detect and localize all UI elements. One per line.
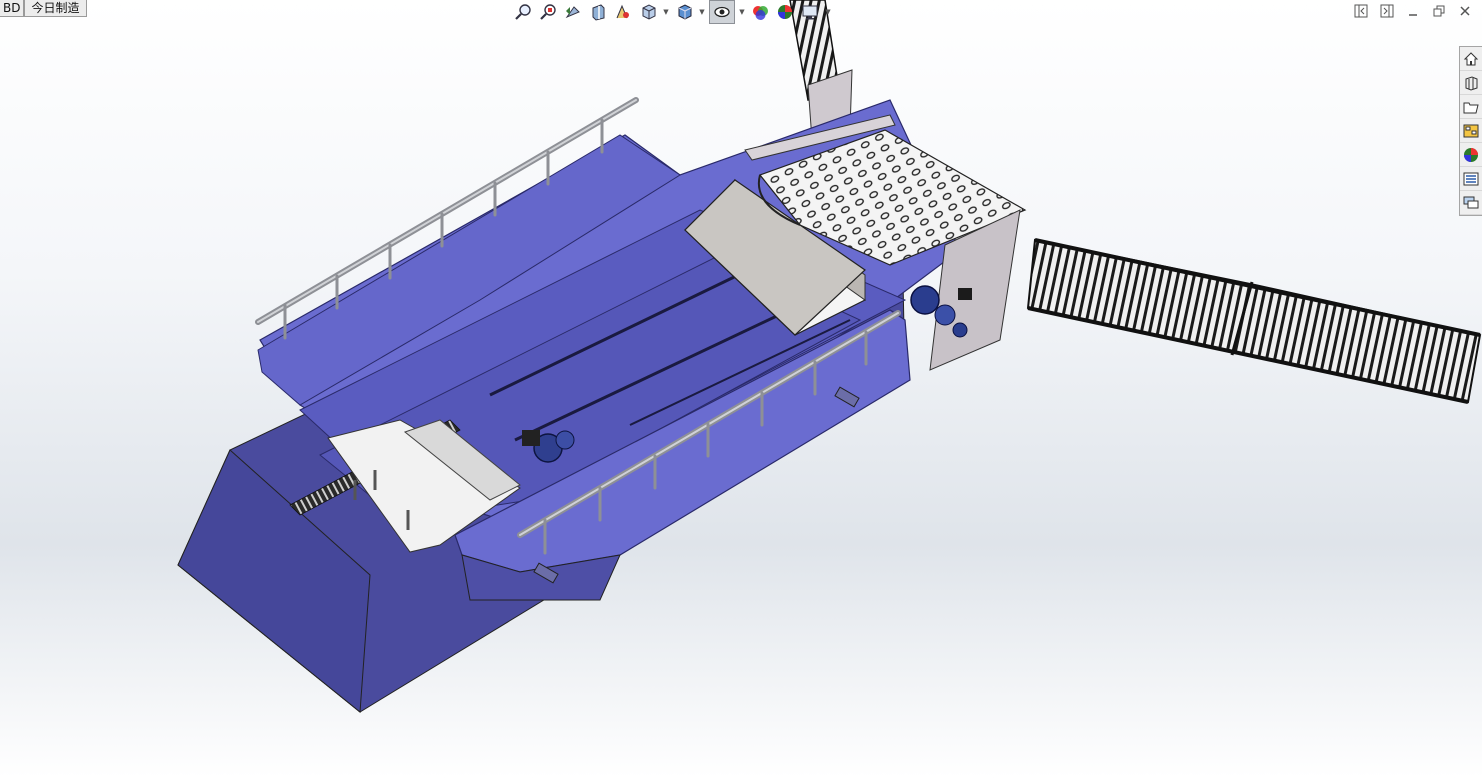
heads-up-view-toolbar: ▼ ▼ ▼ ▼ <box>512 0 832 24</box>
graphics-area[interactable] <box>0 0 1482 777</box>
home-icon[interactable] <box>1460 47 1482 71</box>
chevron-down-icon[interactable]: ▼ <box>662 8 670 16</box>
doc-tab-label: BD <box>3 1 21 15</box>
tile-right-icon[interactable] <box>1378 2 1396 20</box>
document-tabs: BD 今日制造 <box>0 0 87 17</box>
chevron-down-icon[interactable]: ▼ <box>698 8 706 16</box>
dynamic-annotation-icon[interactable] <box>612 1 634 23</box>
doc-tab[interactable]: BD <box>0 0 25 17</box>
apply-scene-icon[interactable] <box>774 1 796 23</box>
close-icon[interactable] <box>1456 2 1474 20</box>
doc-tab-label: 今日制造 <box>31 1 80 15</box>
display-style-icon[interactable] <box>673 1 695 23</box>
minimize-icon[interactable] <box>1404 2 1422 20</box>
boat-assembly-model <box>177 0 1482 714</box>
zoom-to-fit-icon[interactable] <box>512 1 534 23</box>
task-pane-tabs <box>1459 46 1482 216</box>
previous-view-icon[interactable] <box>562 1 584 23</box>
restore-icon[interactable] <box>1430 2 1448 20</box>
forum-icon[interactable] <box>1460 191 1482 215</box>
chevron-down-icon[interactable]: ▼ <box>738 8 746 16</box>
hide-show-items-icon[interactable] <box>709 0 735 24</box>
view-palette-icon[interactable] <box>1460 119 1482 143</box>
view-settings-icon[interactable] <box>799 1 821 23</box>
window-controls <box>1352 2 1474 20</box>
zoom-to-area-icon[interactable] <box>537 1 559 23</box>
design-library-icon[interactable] <box>1460 71 1482 95</box>
file-explorer-icon[interactable] <box>1460 95 1482 119</box>
tile-left-icon[interactable] <box>1352 2 1370 20</box>
chevron-down-icon[interactable]: ▼ <box>824 8 832 16</box>
appearances-icon[interactable] <box>1460 143 1482 167</box>
section-view-icon[interactable] <box>587 1 609 23</box>
edit-appearance-icon[interactable] <box>749 1 771 23</box>
view-orientation-icon[interactable] <box>637 1 659 23</box>
custom-properties-icon[interactable] <box>1460 167 1482 191</box>
doc-tab[interactable]: 今日制造 <box>24 0 87 17</box>
